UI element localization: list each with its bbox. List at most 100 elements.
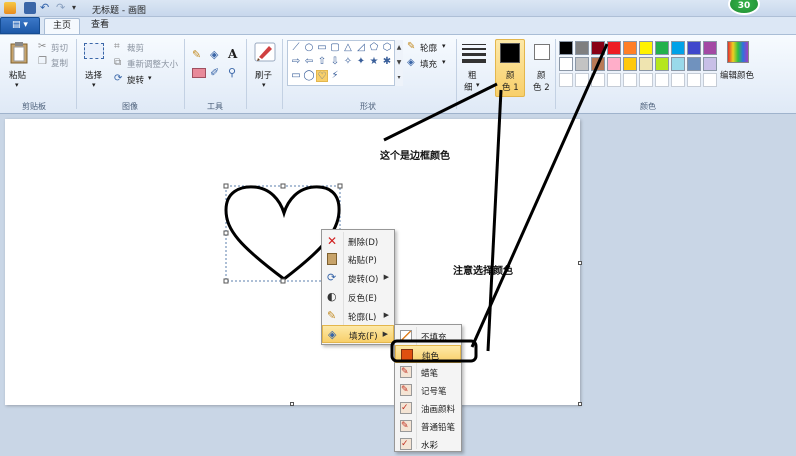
palette-swatch[interactable] [671, 41, 685, 55]
paste-icon[interactable] [9, 41, 29, 65]
palette-swatch[interactable] [703, 41, 717, 55]
fill-option-marker[interactable]: ✎ 记号笔 [395, 381, 461, 399]
menu-item-invert[interactable]: ◐ 反色(E) [322, 288, 394, 306]
shape-tool-icon[interactable]: ⬠ [368, 42, 380, 54]
shape-tool-icon[interactable]: ★ [368, 56, 380, 68]
shape-tool-icon[interactable]: ▭ [316, 42, 328, 54]
palette-swatch[interactable] [559, 73, 573, 87]
edit-colors-button[interactable]: 编辑颜色 [720, 69, 754, 81]
fill-option-pencil[interactable]: ✎ 普通铅笔 [395, 417, 461, 435]
select-dropdown-icon[interactable]: ▾ [92, 81, 96, 89]
size-dropdown-icon[interactable]: ▾ [476, 81, 480, 89]
customize-toolbar-icon[interactable]: ▾ [72, 2, 84, 14]
crop-button[interactable]: 裁剪 [127, 42, 144, 54]
palette-swatch[interactable] [591, 73, 605, 87]
shape-tool-icon[interactable]: ♡ [316, 70, 328, 82]
brush-icon[interactable] [253, 41, 277, 63]
tab-view[interactable]: 查看 [84, 18, 116, 34]
cut-button[interactable]: 剪切 [51, 42, 68, 54]
canvas-resize-handle-corner[interactable] [578, 402, 582, 406]
menu-item-rotate[interactable]: ⟳ 旋转(O) ▶ [322, 269, 394, 287]
shape-tool-icon[interactable]: ⟋ [290, 42, 302, 54]
pencil-icon[interactable]: ✎ [192, 48, 206, 62]
fill-button[interactable]: 填充 [420, 58, 437, 70]
paste-button-label[interactable]: 粘贴 [9, 69, 26, 81]
shape-tool-icon[interactable]: ✦ [355, 56, 367, 68]
palette-swatch[interactable] [623, 73, 637, 87]
copy-button[interactable]: 复制 [51, 57, 68, 69]
brushes-button-label[interactable]: 刷子 [255, 69, 272, 81]
edit-colors-icon[interactable] [727, 41, 749, 63]
palette-swatch[interactable] [655, 41, 669, 55]
palette-swatch[interactable] [575, 73, 589, 87]
shape-tool-icon[interactable]: ⚡ [329, 70, 341, 82]
palette-swatch[interactable] [655, 57, 669, 71]
palette-swatch[interactable] [639, 41, 653, 55]
shape-tool-icon[interactable]: ⇦ [303, 56, 315, 68]
palette-swatch[interactable] [575, 57, 589, 71]
color-2-label-2[interactable]: 色 2 [533, 81, 550, 93]
size-button-label-1[interactable]: 粗 [468, 69, 477, 81]
paste-dropdown-icon[interactable]: ▾ [15, 81, 19, 89]
size-button-label-2[interactable]: 细 [464, 81, 473, 93]
shape-tool-icon[interactable]: ⇨ [290, 56, 302, 68]
fill-option-oil[interactable]: ✓ 油画颜料 [395, 399, 461, 417]
palette-swatch[interactable] [559, 57, 573, 71]
palette-swatch[interactable] [687, 73, 701, 87]
palette-swatch[interactable] [703, 57, 717, 71]
shape-tool-icon[interactable]: △ [342, 42, 354, 54]
menu-item-delete[interactable]: ✕ 删除(D) [322, 232, 394, 250]
fill-dropdown-icon[interactable]: ▾ [442, 58, 446, 66]
palette-swatch[interactable] [575, 41, 589, 55]
palette-swatch[interactable] [687, 57, 701, 71]
menu-item-paste[interactable]: 粘贴(P) [322, 250, 394, 268]
palette-swatch[interactable] [671, 73, 685, 87]
palette-swatch[interactable] [639, 73, 653, 87]
canvas-resize-handle-bottom[interactable] [290, 402, 294, 406]
shape-tool-icon[interactable]: ◿ [355, 42, 367, 54]
select-icon[interactable] [84, 43, 104, 59]
outline-button[interactable]: 轮廓 [420, 42, 437, 54]
select-button-label[interactable]: 选择 [85, 69, 102, 81]
canvas-resize-handle-right[interactable] [578, 261, 582, 265]
magnifier-icon[interactable]: ⚲ [228, 66, 242, 80]
fill-option-solid[interactable]: 纯色 [395, 345, 461, 363]
shape-tool-icon[interactable]: ▢ [329, 42, 341, 54]
menu-item-fill[interactable]: ◈ 填充(F) ▶ [322, 325, 394, 343]
size-icon[interactable] [462, 43, 486, 63]
text-icon[interactable]: A [228, 47, 242, 61]
palette-swatch[interactable] [703, 73, 717, 87]
palette-swatch[interactable] [687, 41, 701, 55]
redo-icon[interactable]: ↷ [56, 2, 68, 14]
shape-tool-icon[interactable]: ⇩ [329, 56, 341, 68]
menu-item-outline[interactable]: ✎ 轮廓(L) ▶ [322, 307, 394, 325]
fill-option-crayon[interactable]: ✎ 蜡笔 [395, 363, 461, 381]
shape-tool-icon[interactable]: ✱ [381, 56, 393, 68]
palette-swatch[interactable] [591, 41, 605, 55]
rotate-button[interactable]: 旋转 [127, 74, 144, 86]
palette-swatch[interactable] [607, 41, 621, 55]
shape-tool-icon[interactable]: ○ [303, 42, 315, 54]
shape-tool-icon[interactable]: ▭ [290, 70, 302, 82]
rotate-dropdown-icon[interactable]: ▾ [148, 74, 152, 82]
tab-home[interactable]: 主页 [44, 18, 80, 34]
color-2-label-1[interactable]: 颜 [537, 69, 546, 81]
resize-button[interactable]: 重新调整大小 [127, 58, 178, 70]
palette-swatch[interactable] [607, 73, 621, 87]
palette-swatch[interactable] [655, 73, 669, 87]
palette-swatch[interactable] [671, 57, 685, 71]
fill-option-none[interactable]: 不填充 [395, 327, 461, 345]
outline-dropdown-icon[interactable]: ▾ [442, 42, 446, 50]
palette-swatch[interactable] [559, 41, 573, 55]
save-icon[interactable] [24, 2, 36, 14]
palette-swatch[interactable] [623, 57, 637, 71]
palette-swatch[interactable] [607, 57, 621, 71]
file-menu-button[interactable]: ▤ ▾ [0, 17, 40, 34]
fill-bucket-icon[interactable]: ◈ [210, 48, 224, 62]
shapes-scroll[interactable]: ▲ ▼ ▾ [394, 40, 403, 86]
eraser-icon[interactable] [192, 68, 206, 78]
palette-swatch[interactable] [591, 57, 605, 71]
palette-swatch[interactable] [639, 57, 653, 71]
color-2-swatch[interactable] [534, 44, 550, 60]
shape-tool-icon[interactable]: ⇧ [316, 56, 328, 68]
